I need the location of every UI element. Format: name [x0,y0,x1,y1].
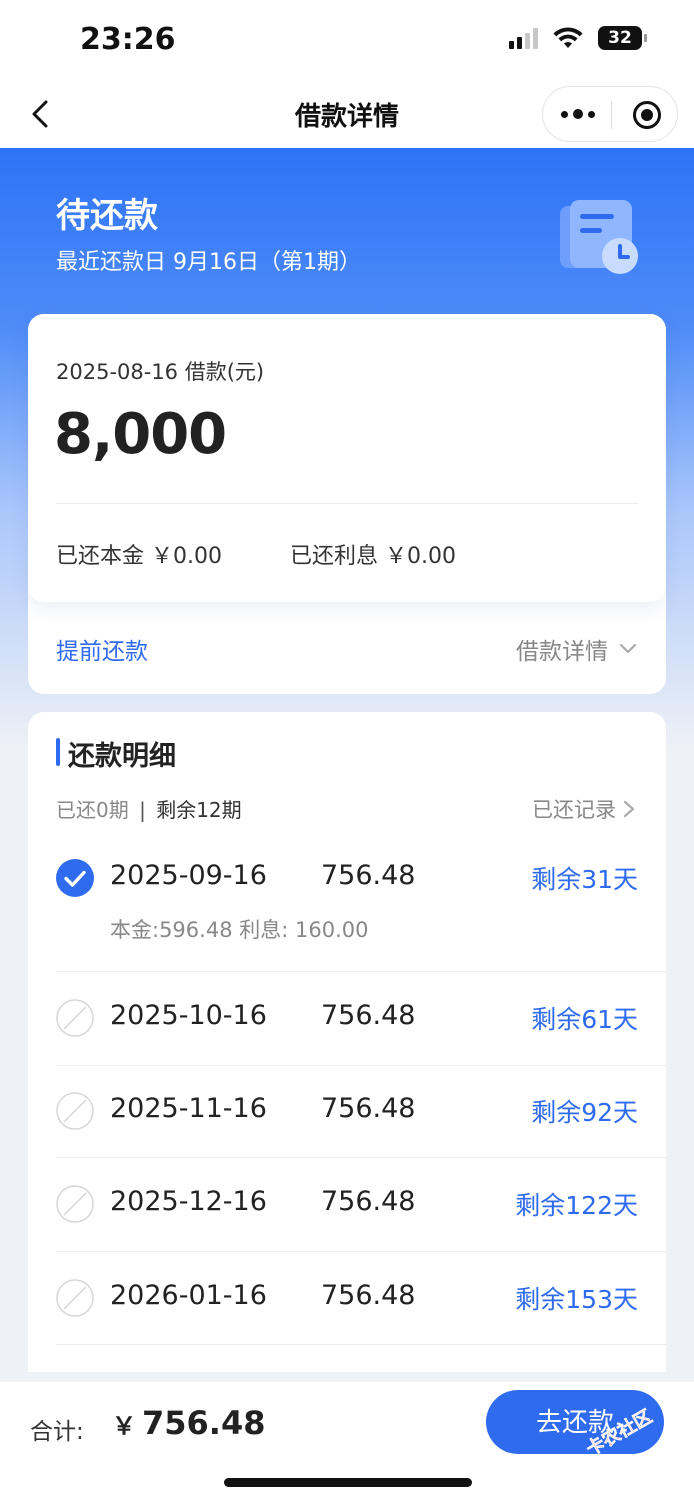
remaining-periods: 剩余12期 [156,798,242,822]
history-label: 已还记录 [532,798,616,822]
paid-interest: 已还利息 ￥0.00 [290,544,456,569]
row-divider [56,1344,666,1345]
prepay-link[interactable]: 提前还款 [56,632,148,666]
disabled-circle-icon [56,1185,94,1223]
installment-amount: 756.48 [321,1000,416,1031]
installment-amount: 756.48 [321,860,416,891]
disabled-circle-icon [56,999,94,1037]
more-icon[interactable] [561,104,597,124]
repayment-schedule-card: 还款明细 已还0期 | 剩余12期 已还记录 2025-09-16 756.48… [28,712,666,1372]
installment-date: 2025-10-16 [110,1000,267,1031]
total-value: 756.48 [142,1404,266,1442]
row-divider [56,971,666,972]
row-divider [56,1157,666,1158]
signal-icon [509,27,538,49]
paid-periods: 已还0期 [56,798,129,822]
home-indicator [224,1478,472,1487]
section-accent-bar [56,738,60,766]
days-remaining: 剩余61天 [531,1005,638,1034]
period-summary: 已还0期 | 剩余12期 [56,794,242,823]
mini-program-capsule [542,86,678,142]
installment-date: 2025-09-16 [110,860,267,891]
currency-symbol: ￥ [112,1412,136,1440]
disabled-circle-icon [56,1092,94,1130]
loan-amount: 8,000 [54,402,227,467]
period-separator: | [139,798,146,822]
total-label: 合计: [30,1419,84,1445]
total-amount: ￥ 756.48 [112,1404,265,1442]
divider [56,503,638,504]
installment-date: 2025-12-16 [110,1186,267,1217]
disabled-circle-icon [56,1279,94,1317]
next-due-date: 最近还款日 9月16日（第1期） [56,250,361,275]
installment-amount: 756.48 [321,1280,416,1311]
loan-summary-card: 2025-08-16 借款(元) 8,000 已还本金 ￥0.00 已还利息 ￥… [28,314,666,694]
checked-circle-icon[interactable] [56,859,94,897]
status-time: 23:26 [80,22,176,57]
days-remaining: 剩余153天 [515,1285,638,1314]
installment-date: 2025-11-16 [110,1093,267,1124]
paid-principal: 已还本金 ￥0.00 [56,544,222,569]
chevron-right-icon [623,800,635,818]
installment-amount: 756.48 [321,1186,416,1217]
days-remaining: 剩余122天 [515,1191,638,1220]
capsule-divider [611,101,612,129]
row-divider [56,1251,666,1252]
wifi-icon [553,27,583,48]
status-bar: 23:26 32 [0,0,694,80]
nav-bar: 借款详情 [0,80,694,148]
days-remaining: 剩余92天 [531,1098,638,1127]
installment-amount: 756.48 [321,1093,416,1124]
section-title: 还款明细 [68,741,176,772]
repayment-history-link[interactable]: 已还记录 [532,794,636,824]
loan-detail-label: 借款详情 [516,639,608,665]
installment-date: 2026-01-16 [110,1280,267,1311]
bill-document-icon [560,200,638,274]
chevron-down-icon [619,643,637,654]
status-heading: 待还款 [56,196,158,236]
loan-date-label: 2025-08-16 借款(元) [56,360,265,384]
row-divider [56,1065,666,1066]
close-target-icon[interactable] [633,101,661,129]
loan-detail-toggle[interactable]: 借款详情 [516,632,638,666]
status-icons: 32 [509,26,647,50]
loan-amount-panel: 2025-08-16 借款(元) 8,000 已还本金 ￥0.00 已还利息 ￥… [28,314,666,602]
battery-icon: 32 [598,26,647,50]
installment-breakdown: 本金:596.48 利息: 160.00 [110,918,369,942]
days-remaining: 剩余31天 [531,865,638,894]
